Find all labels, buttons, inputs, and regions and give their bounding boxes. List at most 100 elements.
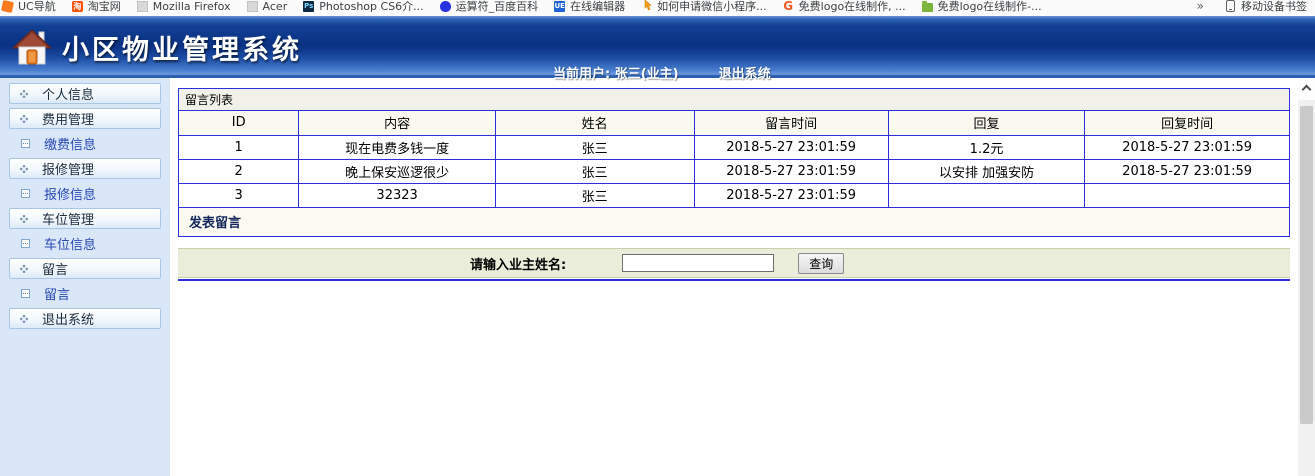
sidebar-item[interactable]: 报修管理: [9, 158, 161, 179]
sidebar-menu: 个人信息 费用管理 缴费信息 报修管理 报修信息 车位管理 车位信息 留言 留言 退出系统: [0, 78, 170, 476]
sidebar-item[interactable]: 费用管理: [9, 108, 161, 129]
bookmark-item[interactable]: Mozilla Firefox: [136, 0, 231, 13]
bookmark-item[interactable]: Acer: [246, 0, 288, 13]
g-icon: G: [783, 0, 794, 13]
sidebar-item-label: 车位管理: [42, 213, 95, 228]
sidebar-list: 个人信息 费用管理 缴费信息 报修管理 报修信息 车位管理 车位信息 留言 留言 退出系统: [0, 83, 170, 329]
bookmark-label: Acer: [262, 0, 288, 13]
sidebar-item[interactable]: 个人信息: [9, 83, 161, 104]
bookmarks-list: UC导航 淘淘宝网 Mozilla Firefox Acer Ps Photoshop C…: [0, 0, 1058, 16]
dots-icon: [20, 264, 28, 273]
scroll-up-button[interactable]: [1298, 78, 1315, 100]
sidebar-item-label: 留言: [42, 263, 69, 278]
bookmarks-right: » 移动设备书签: [1197, 0, 1307, 16]
bookmark-item[interactable]: 免费logo在线制作-...: [921, 0, 1042, 14]
chevron-up-icon: [1301, 84, 1312, 95]
table-cell: 张三: [494, 134, 695, 160]
search-label: 请输入业主姓名:: [470, 257, 567, 273]
bookmark-item[interactable]: G 免费logo在线制作, ...: [783, 0, 906, 14]
table-cell: 2018-5-27 23:01:59: [693, 134, 889, 160]
dots-icon: [20, 314, 28, 323]
search-button[interactable]: 查询: [798, 252, 845, 274]
bookmark-item[interactable]: Ps Photoshop CS6介...: [303, 0, 424, 14]
table-row: 2 晚上保安巡逻很少 张三 2018-5-27 23:01:59 以安排 加强安防 201…: [179, 158, 1289, 184]
dots-icon: [20, 214, 28, 223]
baidu-icon: [439, 0, 451, 12]
sidebar-item-label: 车位信息: [44, 238, 97, 253]
owner-name-input[interactable]: [622, 254, 775, 272]
table-cell: 1.2元: [887, 134, 1086, 160]
table-row: 3 32323 张三 2018-5-27 23:01:59: [179, 182, 1289, 208]
expand-box-icon: [21, 289, 30, 298]
table-header-row: ID 内容 姓名 留言时间 回复 回复时间: [179, 111, 1289, 136]
user-bar: 当前用户: 张三(业主) 退出系统: [553, 63, 771, 82]
column-header: ID: [179, 111, 300, 136]
sidebar-item-label: 报修信息: [44, 188, 97, 203]
house-icon: [12, 29, 52, 65]
sidebar-item-label: 缴费信息: [44, 138, 97, 153]
dots-icon: [20, 164, 28, 173]
table-cell: [887, 182, 1086, 208]
bookmark-label: 免费logo在线制作-...: [937, 0, 1042, 13]
expand-box-icon: [21, 189, 30, 198]
dots-icon: [20, 89, 28, 98]
bookmark-label: Mozilla Firefox: [152, 0, 231, 13]
bookmark-item[interactable]: 如何申请微信小程序...: [641, 0, 767, 14]
current-user-label: 当前用户: 张三(业主): [553, 67, 679, 82]
logout-link[interactable]: 退出系统: [719, 63, 771, 82]
sidebar-item[interactable]: 报修信息: [9, 183, 161, 204]
message-list-panel: 留言列表 ID 内容 姓名 留言时间 回复 回复时间 1 现在电费多钱一度 张三 2018-5-…: [178, 88, 1290, 237]
sidebar-item[interactable]: 缴费信息: [9, 133, 161, 154]
sidebar-item-label: 个人信息: [42, 88, 95, 103]
generic-page-icon: [246, 0, 258, 12]
divider-line: [178, 279, 1290, 281]
table-cell: 以安排 加强安防: [887, 158, 1086, 184]
table-cell: 32323: [298, 182, 496, 208]
panel-title: 留言列表: [179, 89, 1289, 111]
column-header: 回复时间: [1084, 111, 1289, 136]
sidebar-item[interactable]: 留言: [9, 258, 161, 279]
hand-cursor-icon: [641, 0, 652, 12]
table-cell: 2018-5-27 23:01:59: [1084, 134, 1289, 160]
column-header: 留言时间: [693, 111, 889, 136]
vertical-scrollbar[interactable]: [1298, 78, 1315, 476]
expand-box-icon: [21, 239, 30, 248]
bookmark-label: 在线编辑器: [570, 0, 626, 13]
table-cell: 现在电费多钱一度: [298, 134, 496, 160]
scrollbar-thumb[interactable]: [1300, 106, 1313, 424]
taobao-icon: 淘: [71, 0, 83, 12]
bookmark-label: 运算符_百度百科: [455, 0, 539, 13]
table-cell: 晚上保安巡逻很少: [298, 158, 496, 184]
bookmark-item[interactable]: 运算符_百度百科: [439, 0, 539, 14]
table-cell: [1084, 182, 1289, 208]
bookmark-label: 免费logo在线制作, ...: [798, 0, 906, 13]
table-cell: 2018-5-27 23:01:59: [693, 158, 889, 184]
bookmark-item[interactable]: 淘淘宝网: [71, 0, 121, 14]
sidebar-item[interactable]: 车位管理: [9, 208, 161, 229]
sidebar-item-label: 留言: [44, 288, 71, 303]
ue-icon: UE: [554, 0, 566, 12]
app-header: 小区物业管理系统 当前用户: 张三(业主) 退出系统: [0, 16, 1315, 82]
bookmarks-overflow-chevron-icon[interactable]: »: [1197, 0, 1204, 13]
table-cell: 2018-5-27 23:01:59: [693, 182, 889, 208]
table-row: 1 现在电费多钱一度 张三 2018-5-27 23:01:59 1.2元 2018-5-…: [179, 134, 1289, 160]
sidebar-item-label: 退出系统: [42, 313, 95, 328]
message-table: ID 内容 姓名 留言时间 回复 回复时间 1 现在电费多钱一度 张三 2018-5-27 23…: [179, 111, 1289, 208]
table-body: 1 现在电费多钱一度 张三 2018-5-27 23:01:59 1.2元 2018-5-…: [179, 134, 1289, 208]
column-header: 内容: [298, 111, 496, 136]
panel-footer: 发表留言: [179, 207, 1289, 236]
sidebar-item[interactable]: 留言: [9, 283, 161, 304]
bookmark-label: 淘宝网: [87, 0, 121, 13]
mobile-bookmarks-folder[interactable]: 移动设备书签: [1241, 0, 1307, 14]
column-header: 姓名: [494, 111, 695, 136]
sidebar-item-label: 费用管理: [42, 113, 95, 128]
bookmark-item[interactable]: UC导航: [0, 0, 56, 14]
expand-box-icon: [21, 139, 30, 148]
sidebar-item[interactable]: 车位信息: [9, 233, 161, 254]
bookmark-label: Photoshop CS6介...: [319, 0, 424, 13]
bookmark-item[interactable]: UE 在线编辑器: [554, 0, 625, 14]
post-message-link[interactable]: 发表留言: [189, 212, 241, 231]
sidebar-item[interactable]: 退出系统: [9, 308, 161, 329]
app-logo: 小区物业管理系统: [12, 28, 302, 67]
table-cell: 2018-5-27 23:01:59: [1084, 158, 1289, 184]
